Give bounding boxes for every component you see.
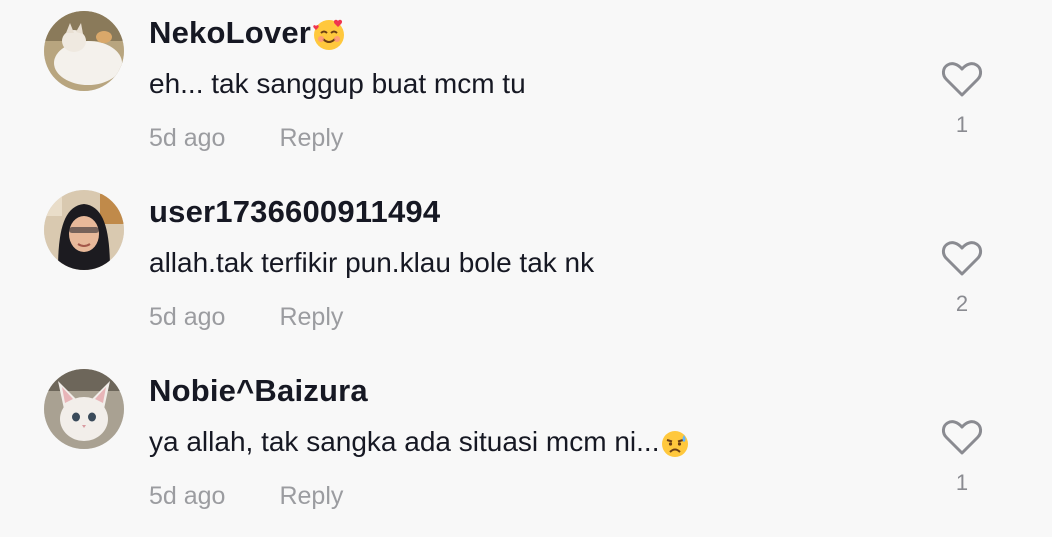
comment-item: NekoLover eh... tak sanggup buat mcm tu …: [0, 0, 1052, 179]
like-count: 2: [955, 291, 969, 316]
avatar-cat-photo: [44, 11, 124, 91]
sad-but-relieved-face-emoji: [660, 429, 690, 459]
comment-meta: 5d ago Reply: [149, 479, 343, 513]
heart-outline-icon: [941, 420, 983, 455]
like-count: 1: [955, 112, 969, 137]
heart-outline-icon: [941, 241, 983, 276]
comment-text: allah.tak terfikir pun.klau bole tak nk: [149, 247, 595, 278]
avatar[interactable]: [44, 11, 124, 91]
avatar[interactable]: [44, 190, 124, 270]
heart-outline-icon: [941, 62, 983, 97]
comment-text: ya allah, tak sangka ada situasi mcm ni.…: [149, 423, 690, 461]
username[interactable]: NekoLover: [149, 13, 346, 53]
comment-text-content: ya allah, tak sangka ada situasi mcm ni.…: [149, 426, 660, 457]
avatar[interactable]: [44, 369, 124, 449]
comment-item: Nobie^Baizura ya allah, tak sangka ada s…: [0, 358, 1052, 537]
avatar-person-photo: [44, 190, 124, 270]
timestamp: 5d ago: [149, 303, 226, 331]
reply-button[interactable]: Reply: [279, 121, 343, 155]
comment-item: user1736600911494 allah.tak terfikir pun…: [0, 179, 1052, 358]
timestamp: 5d ago: [149, 482, 226, 510]
comment-meta: 5d ago Reply: [149, 121, 343, 155]
like-button[interactable]: [941, 60, 983, 98]
username[interactable]: user1736600911494: [149, 192, 440, 232]
smiling-face-with-hearts-emoji: [312, 18, 346, 52]
timestamp: 5d ago: [149, 124, 226, 152]
username[interactable]: Nobie^Baizura: [149, 371, 368, 411]
comment-meta: 5d ago Reply: [149, 300, 343, 334]
like-count: 1: [955, 470, 969, 495]
avatar-white-cat-photo: [44, 369, 124, 449]
like-button[interactable]: [941, 418, 983, 456]
username-text: NekoLover: [149, 15, 312, 50]
reply-button[interactable]: Reply: [279, 479, 343, 513]
like-button[interactable]: [941, 239, 983, 277]
comment-text: eh... tak sanggup buat mcm tu: [149, 68, 526, 99]
reply-button[interactable]: Reply: [279, 300, 343, 334]
